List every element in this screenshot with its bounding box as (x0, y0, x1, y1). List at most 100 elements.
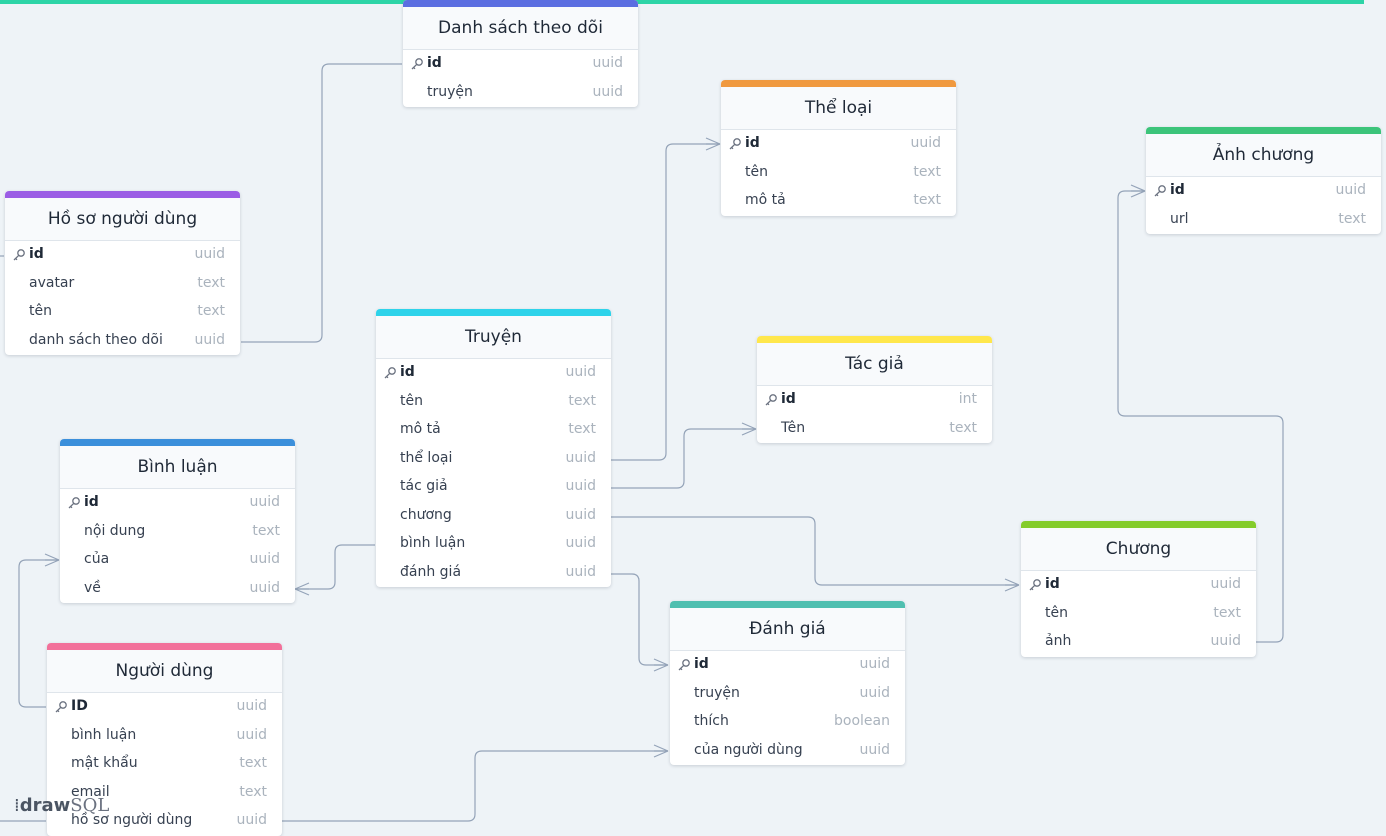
table-binh-luan[interactable]: Bình luận id uuid nội dung text của uuid về uui… (60, 439, 295, 603)
field-row[interactable]: nội dung text (60, 518, 295, 547)
field-type: uuid (565, 506, 596, 523)
field-row[interactable]: của uuid (60, 546, 295, 575)
field-row[interactable]: mật khẩu text (47, 750, 282, 779)
field-row[interactable]: url text (1146, 206, 1381, 235)
field-row[interactable]: tên text (5, 298, 240, 327)
field-row[interactable]: tên text (376, 388, 611, 417)
crowfoot-anh (1130, 184, 1146, 198)
table-title[interactable]: Bình luận (60, 446, 295, 489)
table-accent (47, 643, 282, 650)
field-name: tác giả (400, 478, 448, 494)
table-title[interactable]: Hồ sơ người dùng (5, 198, 240, 241)
field-type: text (252, 522, 280, 539)
field-row[interactable]: tác giả uuid (376, 473, 611, 502)
field-row[interactable]: truyện uuid (403, 79, 638, 108)
field-row[interactable]: thể loại uuid (376, 445, 611, 474)
field-name: bình luận (71, 726, 137, 743)
primary-key-row[interactable]: id uuid (5, 241, 240, 270)
field-name: avatar (29, 274, 75, 291)
field-row[interactable]: đánh giá uuid (376, 559, 611, 588)
field-type: text (913, 163, 941, 180)
table-accent (757, 336, 992, 343)
table-title[interactable]: Tác giả (757, 343, 992, 386)
field-row[interactable]: bình luận uuid (376, 530, 611, 559)
primary-key-row[interactable]: id int (757, 386, 992, 415)
field-row[interactable]: mô tả text (376, 416, 611, 445)
crowfoot-binhluan-cua (44, 553, 60, 567)
table-chuong[interactable]: Chương id uuid tên text ảnh uuid (1021, 521, 1256, 657)
field-name: url (1170, 210, 1189, 227)
field-name: id (1045, 576, 1060, 592)
primary-key-row[interactable]: id uuid (403, 50, 638, 79)
table-title[interactable]: Truyện (376, 316, 611, 359)
field-type: uuid (1335, 182, 1366, 198)
table-anh-chuong[interactable]: Ảnh chương id uuid url text (1146, 127, 1381, 234)
table-ho-so-nguoi-dung[interactable]: Hồ sơ người dùng id uuid avatar text tên text… (5, 191, 240, 355)
field-type: uuid (859, 741, 890, 758)
field-name: danh sách theo dõi (29, 331, 163, 348)
table-title[interactable]: Đánh giá (670, 608, 905, 651)
table-title[interactable]: Người dùng (47, 650, 282, 693)
field-row[interactable]: bình luận uuid (47, 722, 282, 751)
table-title[interactable]: Thể loại (721, 87, 956, 130)
table-accent (376, 309, 611, 316)
field-name: mô tả (400, 421, 441, 437)
primary-key-row[interactable]: id uuid (60, 489, 295, 518)
crowfoot-danhgia-nguoidung (653, 744, 669, 758)
field-type: uuid (194, 331, 225, 348)
field-name: tên (29, 303, 52, 319)
primary-key-row[interactable]: id uuid (1021, 571, 1256, 600)
crowfoot-binhluan-ve (294, 582, 310, 596)
field-row[interactable]: chương uuid (376, 502, 611, 531)
relation-hoso-danhsach (241, 63, 402, 343)
table-the-loai[interactable]: Thể loại id uuid tên text mô tả text (721, 80, 956, 216)
field-row[interactable]: truyện uuid (670, 680, 905, 709)
crowfoot-chuong (1004, 578, 1020, 592)
field-name: id (400, 364, 415, 380)
primary-key-row[interactable]: id uuid (670, 651, 905, 680)
field-row[interactable]: tên text (721, 159, 956, 188)
table-title[interactable]: Danh sách theo dõi (403, 7, 638, 50)
field-type: text (239, 783, 267, 800)
primary-key-row[interactable]: ID uuid (47, 693, 282, 722)
field-type: uuid (1210, 576, 1241, 592)
field-row[interactable]: tên text (1021, 600, 1256, 629)
field-row[interactable]: mô tả text (721, 187, 956, 216)
table-accent (1146, 127, 1381, 134)
field-name: thể loại (400, 449, 453, 466)
field-type: text (949, 419, 977, 436)
table-danh-gia[interactable]: Đánh giá id uuid truyện uuid thích boolean của… (670, 601, 905, 765)
field-type: boolean (834, 713, 890, 729)
key-icon (12, 248, 26, 262)
field-row[interactable]: avatar text (5, 270, 240, 299)
key-icon (410, 57, 424, 71)
field-row[interactable]: danh sách theo dõi uuid (5, 327, 240, 356)
field-name: về (84, 579, 101, 596)
field-row[interactable]: của người dùng uuid (670, 737, 905, 766)
primary-key-row[interactable]: id uuid (721, 130, 956, 159)
relation-truyen-danhgia (611, 573, 668, 666)
table-title[interactable]: Chương (1021, 528, 1256, 571)
relation-truyen-theloai (611, 143, 720, 461)
table-accent (1021, 521, 1256, 528)
field-type: text (197, 303, 225, 319)
field-row[interactable]: ảnh uuid (1021, 628, 1256, 657)
table-accent (721, 80, 956, 87)
field-name: ID (71, 698, 88, 714)
table-truyen[interactable]: Truyện id uuid tên text mô tả text thể loại uui… (376, 309, 611, 587)
primary-key-row[interactable]: id uuid (376, 359, 611, 388)
field-type: uuid (236, 812, 267, 828)
table-title[interactable]: Ảnh chương (1146, 134, 1381, 177)
primary-key-row[interactable]: id uuid (1146, 177, 1381, 206)
field-type: uuid (194, 246, 225, 262)
table-danh-sach-theo-doi[interactable]: Danh sách theo dõi id uuid truyện uuid (403, 0, 638, 107)
field-name: tên (400, 392, 423, 409)
table-accent (670, 601, 905, 608)
relation-truyen-binhluan (295, 544, 375, 590)
field-row[interactable]: thích boolean (670, 708, 905, 737)
table-tac-gia[interactable]: Tác giả id int Tên text (757, 336, 992, 443)
field-type: uuid (249, 551, 280, 567)
field-row[interactable]: Tên text (757, 415, 992, 444)
key-icon (54, 700, 68, 714)
field-row[interactable]: về uuid (60, 575, 295, 604)
